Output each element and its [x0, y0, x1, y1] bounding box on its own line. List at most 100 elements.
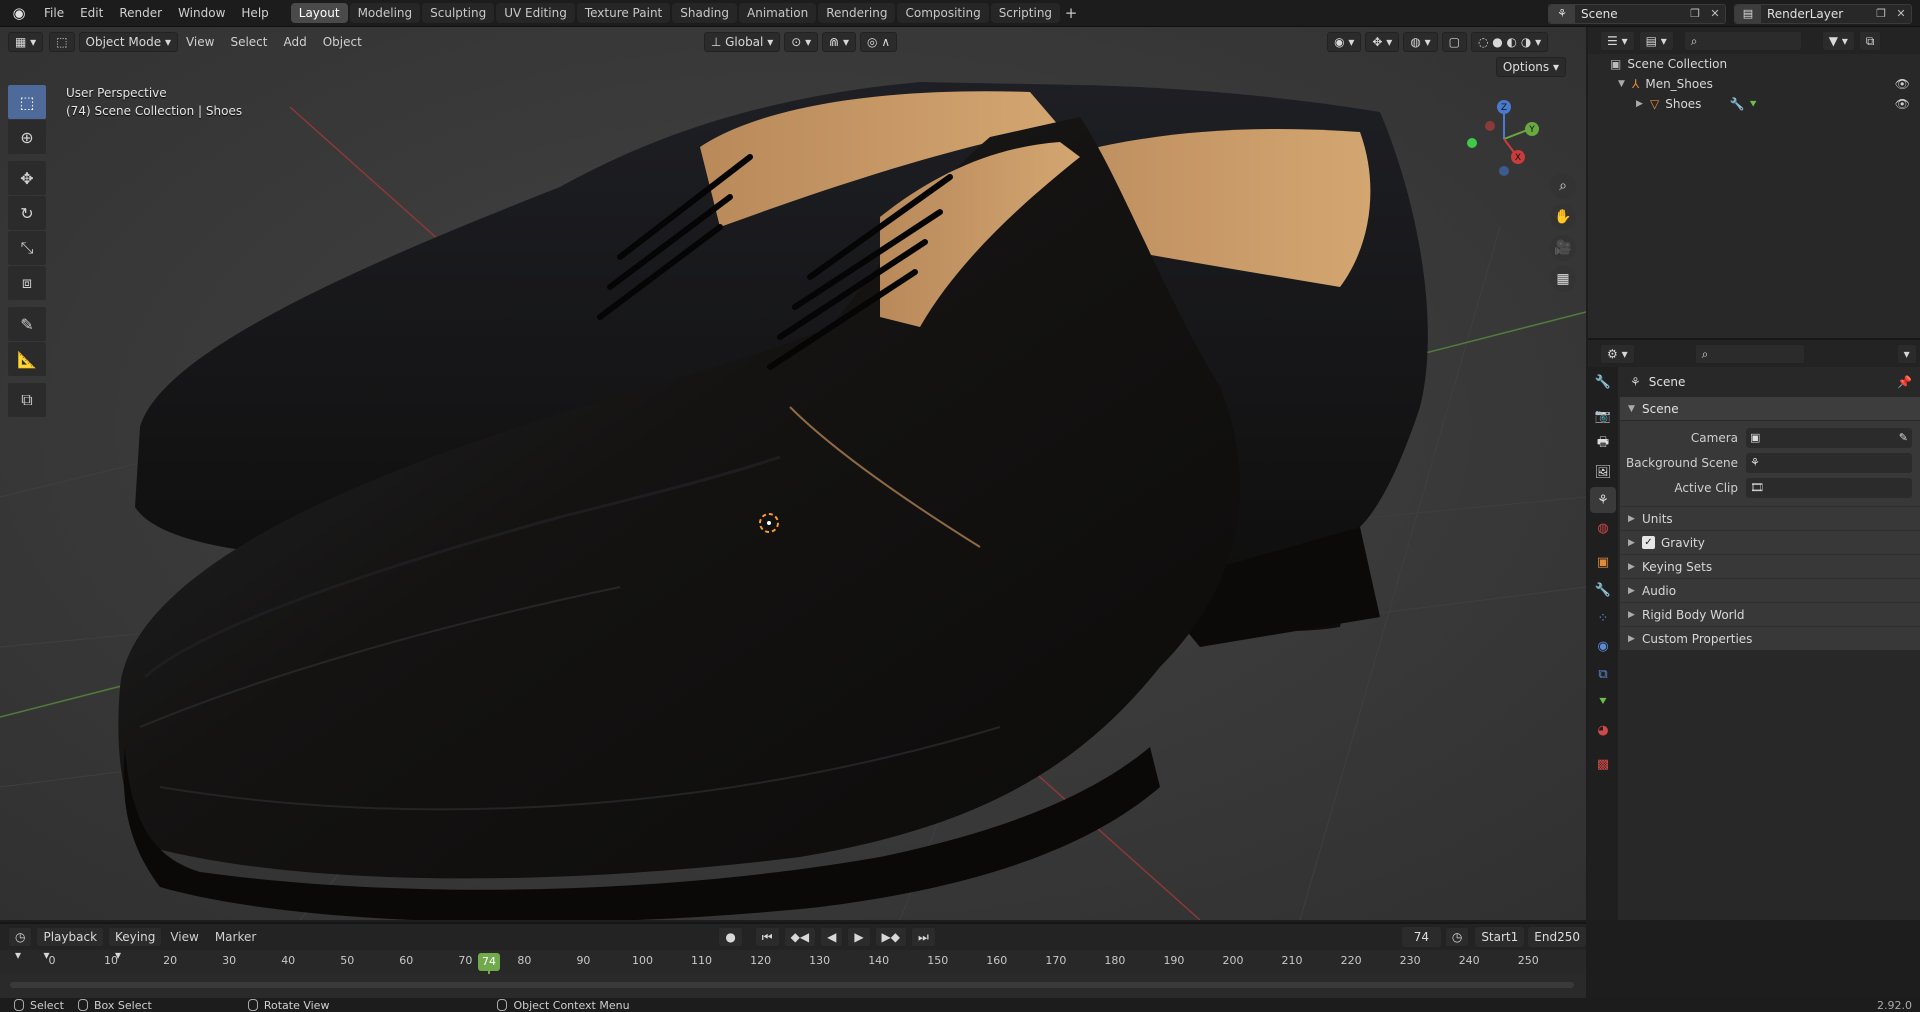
visibility-eye-icon[interactable]: 👁 [1895, 97, 1910, 111]
outliner-search-input[interactable]: ⌕ [1683, 30, 1802, 51]
world-tab-icon[interactable]: ◍ [1590, 515, 1616, 541]
add-cube-tool-icon[interactable]: ⧉ [8, 383, 46, 417]
add-workspace-button[interactable]: + [1062, 4, 1080, 22]
select-mode-icon[interactable]: ⬚ [49, 32, 75, 52]
modifier-icon[interactable]: 🔧 [1729, 97, 1744, 111]
timeline-scrollbar[interactable] [10, 982, 1574, 988]
end-frame-field[interactable]: End 250 [1528, 927, 1586, 947]
camera-field[interactable]: ▣ ✎ [1746, 427, 1912, 448]
gravity-checkbox[interactable]: ✓ [1642, 536, 1655, 549]
viewport-menu-view[interactable]: View [178, 27, 222, 57]
outliner-editor-type-button[interactable]: ☰ ▾ [1600, 30, 1635, 51]
gizmo-toggle-icon[interactable]: ✥ ▾ [1365, 32, 1400, 52]
panel-header-units[interactable]: ▶ Units [1620, 506, 1920, 530]
panel-header-scene[interactable]: ▼ Scene [1620, 397, 1920, 421]
jump-start-icon[interactable]: ⏮ [754, 927, 780, 947]
modifier-tab-icon[interactable]: 🔧 [1590, 577, 1616, 603]
outliner-row-object[interactable]: ▶ ▽ Shoes 🔧 ⯆ 👁 [1588, 94, 1920, 114]
tool-tab-icon[interactable]: 🔧 [1590, 369, 1616, 395]
object-mode-dropdown[interactable]: Object Mode ▾ [78, 32, 178, 52]
filter-icon[interactable]: ▼ ▾ [1821, 30, 1855, 51]
viewport-menu-add[interactable]: Add [275, 27, 314, 57]
menu-edit[interactable]: Edit [72, 0, 111, 27]
menu-help[interactable]: Help [233, 0, 276, 27]
menu-file[interactable]: File [36, 0, 72, 27]
timeline-menu-view[interactable]: View [162, 922, 206, 952]
viewport-menu-object[interactable]: Object [315, 27, 370, 57]
particles-tab-icon[interactable]: ⁘ [1590, 605, 1616, 631]
panel-header-rigid-body[interactable]: ▶ Rigid Body World [1620, 602, 1920, 626]
transform-orientation-dropdown[interactable]: ⊥ Global ▾ [703, 32, 781, 52]
pin-icon[interactable]: 📌 [1897, 375, 1912, 389]
timeline-track[interactable] [0, 974, 1586, 998]
render-tab-icon[interactable]: 📷 [1590, 403, 1616, 429]
view-layer-selector[interactable]: ▤ RenderLayer ❐ ✕ [1734, 3, 1912, 24]
panel-header-audio[interactable]: ▶ Audio [1620, 578, 1920, 602]
rotate-tool-icon[interactable]: ↻ [8, 196, 46, 230]
display-mode-button[interactable]: ▤ ▾ [1638, 30, 1674, 51]
copy-scene-icon[interactable]: ❐ [1685, 5, 1705, 23]
visibility-icon[interactable]: ◉ ▾ [1327, 32, 1362, 52]
tab-sculpting[interactable]: Sculpting [422, 3, 495, 23]
snap-icon[interactable]: ⋒ ▾ [822, 32, 857, 52]
tab-texture-paint[interactable]: Texture Paint [576, 3, 671, 23]
physics-tab-icon[interactable]: ◉ [1590, 633, 1616, 659]
properties-options-icon[interactable]: ▾ [1896, 343, 1917, 364]
background-scene-field[interactable]: ⚘ [1746, 452, 1912, 473]
blender-logo-icon[interactable]: ◉ [10, 4, 28, 22]
playback-dropdown[interactable]: Playback ▾ [36, 927, 105, 962]
mesh-data-icon[interactable]: ⯆ [1748, 97, 1758, 112]
cursor-tool-icon[interactable]: ⊕ [8, 120, 46, 154]
viewport-menu-select[interactable]: Select [222, 27, 275, 57]
record-keyframe-icon[interactable]: ● [718, 927, 743, 947]
material-tab-icon[interactable]: ◕ [1590, 717, 1616, 743]
tab-scripting[interactable]: Scripting [990, 3, 1061, 23]
ortho-grid-icon[interactable]: ▦ [1550, 266, 1576, 292]
outliner-row-scene-collection[interactable]: ▣ Scene Collection [1588, 54, 1920, 74]
navigation-gizmo[interactable]: Z Y X [1454, 89, 1554, 189]
properties-search-input[interactable]: ⌕ [1694, 343, 1805, 364]
overlay-toggle-icon[interactable]: ◍ ▾ [1403, 32, 1438, 52]
timeline-editor-type-button[interactable]: ◷ ▾ [8, 927, 33, 962]
scene-selector[interactable]: ⚘ Scene ❐ ✕ [1548, 3, 1726, 24]
panel-header-custom-properties[interactable]: ▶ Custom Properties [1620, 626, 1920, 650]
object-tab-icon[interactable]: ▣ [1590, 549, 1616, 575]
prev-keyframe-icon[interactable]: ◆◀ [783, 927, 817, 947]
transform-tool-icon[interactable]: ⧈ [8, 266, 46, 300]
close-layer-icon[interactable]: ✕ [1891, 5, 1911, 23]
editor-type-button[interactable]: ▦ ▾ [8, 32, 44, 52]
start-frame-field[interactable]: Start 1 [1475, 927, 1525, 947]
menu-render[interactable]: Render [111, 0, 170, 27]
jump-end-icon[interactable]: ⏭ [911, 927, 936, 947]
current-frame-indicator[interactable]: 74 [477, 953, 500, 971]
next-keyframe-icon[interactable]: ▶◆ [874, 927, 908, 947]
menu-window[interactable]: Window [170, 0, 233, 27]
proportional-edit-icon[interactable]: ◎ ∧ [860, 32, 898, 52]
visibility-eye-icon[interactable]: 👁 [1895, 77, 1910, 91]
annotate-tool-icon[interactable]: ✎ [8, 307, 46, 341]
data-tab-icon[interactable]: ⯆ [1590, 689, 1616, 715]
tab-animation[interactable]: Animation [739, 3, 817, 23]
scene-tab-icon[interactable]: ⚘ [1590, 487, 1616, 513]
xray-toggle-icon[interactable]: ▢ [1441, 32, 1467, 52]
keying-dropdown[interactable]: Keying ▾ [108, 927, 163, 962]
scene-name[interactable]: Scene [1575, 7, 1685, 21]
shading-mode-icons[interactable]: ◌ ● ◐ ◑ ▾ [1470, 32, 1549, 52]
current-frame-field[interactable]: 74 [1401, 927, 1441, 947]
tab-shading[interactable]: Shading [672, 3, 737, 23]
preview-range-icon[interactable]: ◷ [1444, 927, 1470, 947]
output-tab-icon[interactable]: 🖶 [1590, 431, 1616, 457]
new-collection-icon[interactable]: ⧉ [1858, 30, 1882, 51]
copy-layer-icon[interactable]: ❐ [1871, 5, 1891, 23]
timeline-ruler[interactable]: 0 10 20 30 40 50 60 70 80 90 100 110 120 130 140 150 160… [0, 950, 1586, 999]
panel-header-keying-sets[interactable]: ▶ Keying Sets [1620, 554, 1920, 578]
close-scene-icon[interactable]: ✕ [1705, 5, 1725, 23]
active-clip-field[interactable]: 🎞 [1746, 477, 1912, 498]
select-box-tool-icon[interactable]: ⬚ [8, 85, 46, 119]
properties-editor-type-button[interactable]: ⚙ ▾ [1600, 343, 1635, 364]
constraints-tab-icon[interactable]: ⧉ [1590, 661, 1616, 687]
pan-hand-icon[interactable]: ✋ [1550, 204, 1576, 230]
collapse-arrow-icon[interactable]: ▶ [1636, 99, 1650, 109]
view-layer-tab-icon[interactable]: 🖼 [1590, 459, 1616, 485]
tab-layout[interactable]: Layout [290, 3, 348, 23]
